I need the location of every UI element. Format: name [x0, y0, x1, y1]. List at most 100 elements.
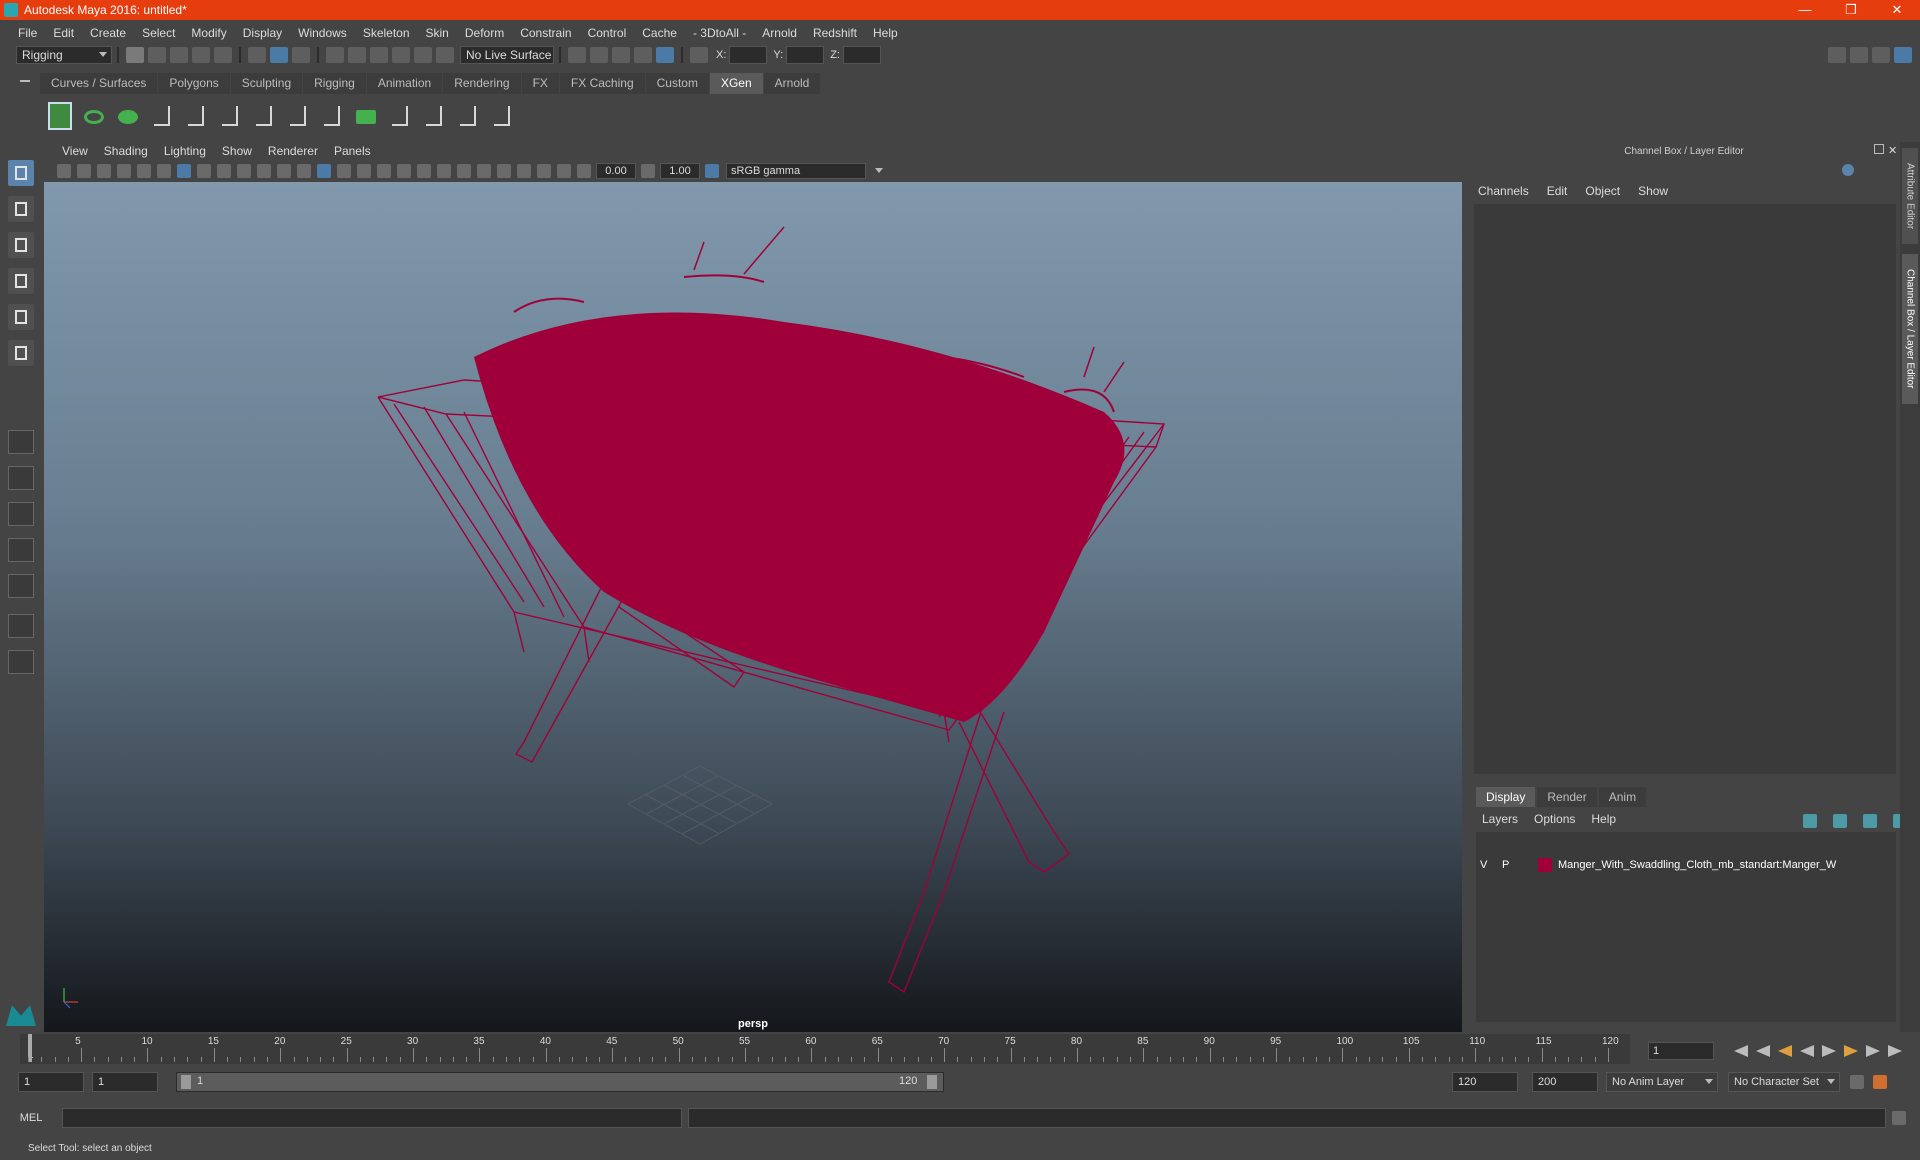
guide-lock-icon[interactable]: [286, 102, 310, 130]
channel-box-area[interactable]: [1474, 204, 1896, 774]
exposure-icon[interactable]: [577, 164, 591, 178]
select-hierarchy-icon[interactable]: [248, 47, 266, 63]
move-layer-up-icon[interactable]: [1803, 814, 1817, 828]
shelf-tab-xgen[interactable]: XGen: [709, 73, 763, 94]
ambient-occlusion-icon[interactable]: [437, 164, 451, 178]
perspective-viewport[interactable]: persp: [44, 182, 1462, 1032]
menu-control[interactable]: Control: [580, 26, 635, 40]
anti-aliasing-icon[interactable]: [457, 164, 471, 178]
channel-box-toggle-icon[interactable]: [1894, 47, 1912, 63]
snap-curve-icon[interactable]: [348, 47, 366, 63]
select-object-icon[interactable]: [270, 47, 288, 63]
menuset-dropdown[interactable]: Rigging: [16, 46, 112, 64]
shelf-tab-curves-surfaces[interactable]: Curves / Surfaces: [40, 73, 158, 94]
y-coord-field[interactable]: [786, 46, 825, 64]
select-component-icon[interactable]: [292, 47, 310, 63]
step-back-frame-icon[interactable]: [1778, 1045, 1792, 1057]
layer-tab-anim[interactable]: Anim: [1598, 787, 1647, 807]
guide-length-icon[interactable]: [218, 102, 242, 130]
script-language-toggle[interactable]: MEL: [0, 1112, 62, 1124]
minimize-button[interactable]: —: [1782, 2, 1828, 18]
animation-start-field[interactable]: 1: [18, 1072, 84, 1092]
z-coord-field[interactable]: [842, 46, 881, 64]
xgen-layer-icon[interactable]: [354, 102, 378, 130]
step-back-key-icon[interactable]: [1756, 1045, 1770, 1057]
shadows-icon[interactable]: [417, 164, 431, 178]
move-layer-down-icon[interactable]: [1833, 814, 1847, 828]
axis-display-icon[interactable]: [1842, 164, 1854, 176]
shelf-tab-custom[interactable]: Custom: [645, 73, 709, 94]
image-plane-icon[interactable]: [117, 164, 131, 178]
viewport-menu-show[interactable]: Show: [214, 144, 260, 158]
select-guide-icon[interactable]: [184, 102, 208, 130]
animation-end-field[interactable]: 200: [1532, 1072, 1598, 1092]
persp-graph-layout-icon[interactable]: [8, 538, 34, 562]
time-slider[interactable]: 1 51015202530354045505560657075808590951…: [20, 1034, 1630, 1064]
persp-hypershade-layout-icon[interactable]: [8, 574, 34, 598]
select-tool-icon[interactable]: [8, 160, 34, 186]
go-to-start-icon[interactable]: [1734, 1045, 1748, 1057]
menu-create[interactable]: Create: [82, 26, 134, 40]
guide-rebuild-icon[interactable]: [422, 102, 446, 130]
side-tab-attribute-editor[interactable]: Attribute Editor: [1902, 148, 1918, 244]
layer-menu-layers[interactable]: Layers: [1482, 812, 1518, 826]
layer-menu-help[interactable]: Help: [1591, 812, 1616, 826]
float-panel-icon[interactable]: [1874, 144, 1884, 154]
layer-playback-toggle[interactable]: P: [1502, 859, 1524, 871]
layer-color-swatch[interactable]: [1538, 858, 1552, 872]
gamma-field[interactable]: 1.00: [660, 163, 700, 179]
x-coord-field[interactable]: [729, 46, 768, 64]
default-material-icon[interactable]: [357, 164, 371, 178]
layer-tab-display[interactable]: Display: [1476, 787, 1536, 807]
snap-view-plane-icon[interactable]: [392, 47, 410, 63]
gamma-icon[interactable]: [641, 164, 655, 178]
color-management-icon[interactable]: [705, 164, 719, 178]
new-scene-icon[interactable]: [126, 47, 144, 63]
snap-point-icon[interactable]: [370, 47, 388, 63]
safe-title-icon[interactable]: [297, 164, 311, 178]
shelf-tab-rendering[interactable]: Rendering: [443, 73, 521, 94]
redo-icon[interactable]: [214, 47, 232, 63]
select-camera-icon[interactable]: [57, 164, 71, 178]
xgen-editor-icon[interactable]: [48, 102, 72, 130]
use-all-lights-icon[interactable]: [397, 164, 411, 178]
viewport-menu-panels[interactable]: Panels: [326, 144, 379, 158]
xray-icon[interactable]: [517, 164, 531, 178]
current-frame-field[interactable]: 1: [1648, 1042, 1714, 1060]
paint-select-tool-icon[interactable]: [8, 232, 34, 258]
depth-of-field-icon[interactable]: [477, 164, 491, 178]
color-space-dropdown[interactable]: sRGB gamma: [726, 163, 883, 179]
shelf-tab-fx[interactable]: FX: [521, 73, 559, 94]
playback-start-field[interactable]: 1: [92, 1072, 158, 1092]
playback-end-field[interactable]: 120: [1452, 1072, 1518, 1092]
range-slider-track[interactable]: 1 120: [176, 1072, 944, 1092]
xray-components-icon[interactable]: [557, 164, 571, 178]
open-scene-icon[interactable]: [148, 47, 166, 63]
add-guide-icon[interactable]: [150, 102, 174, 130]
snap-live-icon[interactable]: [414, 47, 432, 63]
menu-display[interactable]: Display: [235, 26, 290, 40]
transform-mode-icon[interactable]: [690, 47, 708, 63]
bookmarks-icon[interactable]: [97, 164, 111, 178]
animation-preferences-icon[interactable]: [1873, 1075, 1887, 1089]
viewport-menu-lighting[interactable]: Lighting: [156, 144, 214, 158]
gate-mask-icon[interactable]: [237, 164, 251, 178]
hypershade-icon[interactable]: [656, 47, 674, 63]
film-gate-icon[interactable]: [197, 164, 211, 178]
camera-attributes-icon[interactable]: [77, 164, 91, 178]
xray-joints-icon[interactable]: [537, 164, 551, 178]
safe-action-icon[interactable]: [277, 164, 291, 178]
play-forwards-icon[interactable]: [1822, 1045, 1836, 1057]
shelf-tab-rigging[interactable]: Rigging: [303, 73, 366, 94]
single-perspective-layout-icon[interactable]: [8, 430, 34, 454]
viewport-menu-view[interactable]: View: [54, 144, 96, 158]
guide-visibility-icon[interactable]: [252, 102, 276, 130]
script-editor-icon[interactable]: [1892, 1111, 1906, 1125]
command-input[interactable]: [62, 1108, 682, 1128]
menu-select[interactable]: Select: [134, 26, 183, 40]
channel-box-menu-show[interactable]: Show: [1638, 184, 1668, 198]
2d-pan-zoom-icon[interactable]: [137, 164, 151, 178]
lasso-tool-icon[interactable]: [8, 196, 34, 222]
range-end-handle[interactable]: [927, 1075, 937, 1089]
menu-redshift[interactable]: Redshift: [805, 26, 865, 40]
